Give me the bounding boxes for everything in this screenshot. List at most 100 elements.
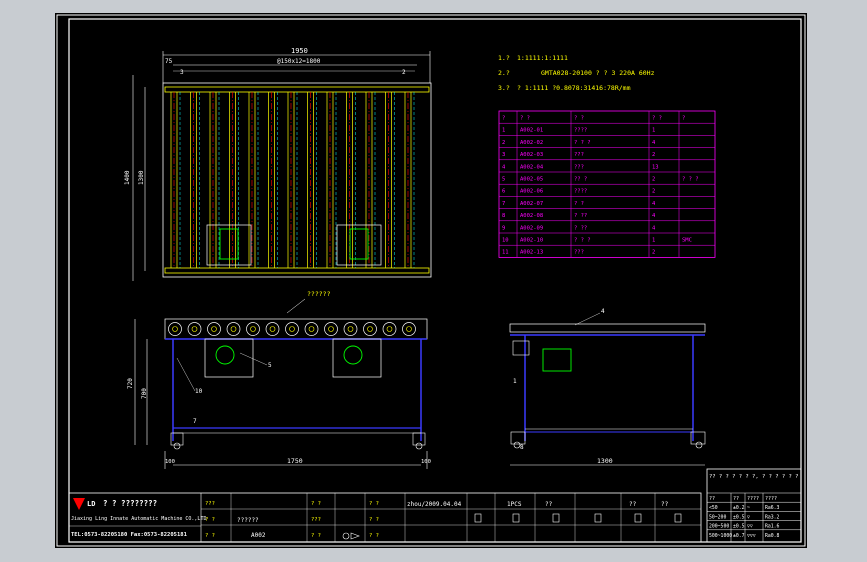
parts-cell: A002-13 xyxy=(520,250,543,256)
parts-cell: 1 xyxy=(652,128,655,134)
company-logo-mark xyxy=(73,498,85,510)
parts-header: ? xyxy=(502,116,505,122)
parts-cell: 6 xyxy=(502,189,505,195)
tb-cell-1: ??? xyxy=(205,501,215,507)
spec-line3-value: ? 1:1111 ?0.8078:31416:78R/mm xyxy=(517,84,631,92)
inner-frame xyxy=(68,18,802,543)
front-roller-hub xyxy=(230,326,237,332)
parts-cell: A002-06 xyxy=(520,189,543,195)
tolerance-cell: ±0.2 xyxy=(733,505,745,511)
side-motor xyxy=(542,348,572,372)
front-roller xyxy=(246,322,260,336)
tb-cell-7: ? ? xyxy=(369,501,379,507)
parts-cell: ? ? ? xyxy=(574,140,591,146)
tolerance-cell: <50 xyxy=(709,505,718,511)
spec-line3-label: 3.? xyxy=(498,84,510,92)
parts-cell: A002-03 xyxy=(520,152,543,158)
tb-cell-9: ? ? xyxy=(369,533,379,539)
front-roller-hub xyxy=(406,326,412,332)
dim-left-2: 700 xyxy=(141,388,148,399)
dim-height-inner: 1300 xyxy=(138,170,145,185)
weight-label: ?? xyxy=(629,501,637,508)
label-10: 10 xyxy=(195,388,203,395)
tolerance-cell: ~ xyxy=(747,506,750,511)
tolerance-cell: ±0.7 xyxy=(733,533,745,539)
tolerance-cell: Ra3.2 xyxy=(765,514,780,520)
side-label-8: 8 xyxy=(520,444,524,451)
parts-cell: 11 xyxy=(502,250,509,256)
author-date: zhou/2009.04.04 xyxy=(407,501,462,508)
material-label: ?? xyxy=(545,501,553,508)
company-phone: TEL:0573-82205180 Fax:0573-82205181 xyxy=(71,532,188,538)
parts-cell: 5 xyxy=(502,177,505,183)
parts-cell: 1 xyxy=(502,128,505,134)
parts-cell: 2 xyxy=(502,140,505,146)
side-label-4: 4 xyxy=(601,308,605,315)
parts-cell: 4 xyxy=(652,140,656,146)
parts-cell: 2 xyxy=(652,152,655,158)
front-roller xyxy=(168,322,182,336)
drawing-canvas: 1950 @150x12=1800 75 2 3 1400 1300 1.? 1… xyxy=(56,14,806,547)
dim-left-offset: 75 xyxy=(165,58,173,65)
parts-cell: 2 xyxy=(652,250,655,256)
front-roller-hub xyxy=(191,326,198,332)
parts-header: ? ? xyxy=(520,116,530,122)
title-block: LD ? ? ???????? Jiaxing Ling Innate Auto… xyxy=(68,492,702,543)
parts-cell: ? ? ? xyxy=(682,177,699,183)
label-3: 3 xyxy=(180,69,184,76)
parts-cell: 7 xyxy=(502,201,505,207)
parts-cell: 1 xyxy=(652,238,655,244)
tolerance-table: ?? ? ? ? ? ? ?, ? ? ? ? ? ????????? ???? <… xyxy=(706,468,802,543)
parts-header: ? ? xyxy=(652,116,662,122)
spec-notes: 1.? 1:1111:1:1111 2.? GMTA028-20100 ? ? … xyxy=(498,54,655,92)
front-roller-set xyxy=(168,322,416,336)
parts-cell: 4 xyxy=(652,225,656,231)
parts-cell: ??? xyxy=(574,164,584,170)
parts-cell: 3 xyxy=(502,152,505,158)
front-roller xyxy=(207,322,221,336)
spec-line1-value: 1:1111:1:1111 xyxy=(517,54,568,62)
front-roller-hub xyxy=(328,326,334,332)
parts-cell: ??? xyxy=(574,250,584,256)
front-roller-hub xyxy=(211,326,217,332)
tolerance-cell: ±0.5 xyxy=(733,524,745,530)
tolerance-header: ???? xyxy=(747,496,759,502)
front-roller xyxy=(265,322,280,336)
callout-label: ?????? xyxy=(307,290,331,298)
front-roller-hub xyxy=(172,326,178,332)
parts-cell: ???? xyxy=(574,128,587,134)
roller-set xyxy=(170,92,415,268)
parts-cell: A002-07 xyxy=(520,201,543,207)
parts-cell: ???? xyxy=(574,189,587,195)
company-name-en: Jiaxing Ling Innate Automatic Machine CO… xyxy=(71,516,206,522)
dim-height-outer: 1400 xyxy=(124,170,131,185)
parts-cell: 2 xyxy=(652,189,655,195)
tolerance-cell: Ra1.6 xyxy=(765,524,780,530)
drawing-name: ?????? xyxy=(237,517,259,524)
parts-cell: ??? xyxy=(574,152,584,158)
parts-cell: 8 xyxy=(502,213,505,219)
spec-line2-label: 2.? xyxy=(498,69,510,77)
tolerance-cell: 200~500 xyxy=(709,524,729,530)
spec-line2-value: GMTA028-20100 ? ? 3 220A 60Hz xyxy=(541,69,655,77)
parts-cell: 2 xyxy=(652,177,655,183)
side-dim-bottom: 1300 xyxy=(597,457,613,465)
tb-cell-6: ? ? xyxy=(311,533,321,539)
front-roller-hub xyxy=(367,326,373,332)
parts-cell: ? ? ? xyxy=(574,238,591,244)
tolerance-cell: ±0.5 xyxy=(733,514,745,520)
parts-cell: A002-02 xyxy=(520,140,543,146)
scale-label: ?? xyxy=(661,501,669,508)
front-roller-hub xyxy=(289,326,295,332)
parts-cell: A002-08 xyxy=(520,213,543,219)
front-roller xyxy=(285,322,299,336)
parts-header: ? xyxy=(682,116,685,122)
parts-cell: A002-10 xyxy=(520,238,543,244)
label-5: 5 xyxy=(268,362,272,369)
parts-cell: 10 xyxy=(502,238,509,244)
dim-bottom-left: 100 xyxy=(165,459,175,465)
front-roller-hub xyxy=(347,326,354,332)
front-roller-hub xyxy=(308,326,315,332)
drawing-sheet: 1950 @150x12=1800 75 2 3 1400 1300 1.? 1… xyxy=(55,13,807,548)
spec-line1-label: 1.? xyxy=(498,54,510,62)
